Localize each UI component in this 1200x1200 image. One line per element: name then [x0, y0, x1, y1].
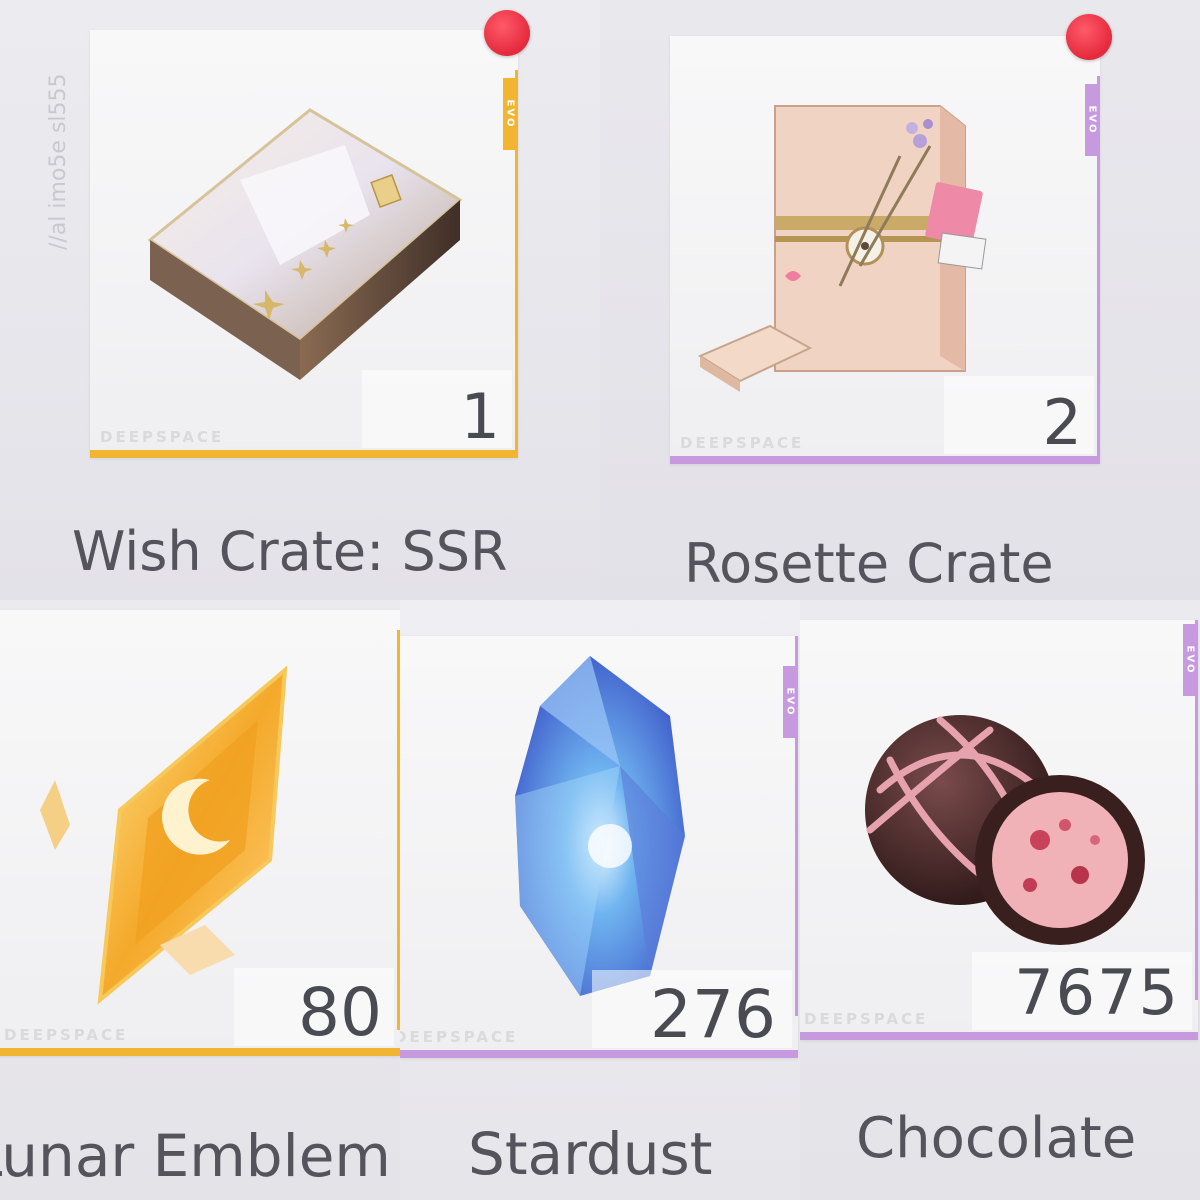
rosette-crate-card[interactable]: EVO DEEPSPACE 2: [670, 36, 1100, 464]
rarity-bar: [800, 1032, 1198, 1040]
item-quantity: 80: [298, 974, 382, 1051]
item-quantity: 2: [1042, 386, 1082, 459]
rosette-crate-icon: [697, 105, 987, 392]
item-name: Chocolate: [856, 1106, 1137, 1171]
wish-crate-icon: [147, 108, 463, 380]
item-name: Rosette Crate: [684, 532, 1054, 595]
new-item-dot: [484, 10, 530, 56]
evo-badge: EVO: [1183, 624, 1197, 696]
item-quantity: 7675: [1014, 956, 1180, 1029]
brand-watermark: DEEPSPACE: [680, 434, 805, 452]
new-item-dot: [1066, 14, 1112, 60]
rarity-bar: [670, 456, 1100, 464]
evo-badge: EVO: [503, 78, 517, 150]
lunar-emblem-panel: DEEPSPACE 80 Lunar Emblem: [0, 600, 400, 1200]
rarity-bar: [400, 1050, 798, 1058]
chocolate-panel: EVO DEEPSPACE 7675 Chocolate: [800, 600, 1200, 1200]
stardust-panel: EVO DEEPSPACE 276 Stardust: [400, 600, 800, 1200]
brand-watermark: DEEPSPACE: [100, 428, 225, 446]
stardust-icon: [515, 656, 685, 996]
rarity-bar: [0, 1048, 400, 1056]
chocolate-card[interactable]: EVO DEEPSPACE 7675: [800, 620, 1198, 1040]
item-name: Wish Crate: SSR: [72, 520, 508, 583]
chocolate-icon: [865, 715, 1145, 945]
lunar-emblem-card[interactable]: DEEPSPACE 80: [0, 610, 400, 1056]
brand-watermark: DEEPSPACE: [804, 1010, 929, 1028]
item-name: Stardust: [468, 1120, 713, 1188]
brand-watermark: DEEPSPACE: [400, 1028, 519, 1046]
brand-watermark: DEEPSPACE: [4, 1026, 129, 1044]
wish-crate-card[interactable]: EVO DEEPSPACE 1: [90, 30, 518, 458]
item-quantity: 276: [650, 976, 776, 1053]
watermark-text: //al imo5e sl555: [46, 73, 71, 250]
rosette-crate-panel: EVO DEEPSPACE 2 Rosette Crate: [600, 0, 1200, 600]
item-name: Lunar Emblem: [0, 1122, 391, 1190]
wish-crate-panel: //al imo5e sl555 EVO DEEPSPACE 1 Wish Cr…: [0, 0, 600, 600]
evo-badge: EVO: [1085, 84, 1099, 156]
evo-badge: EVO: [783, 666, 797, 738]
stardust-card[interactable]: EVO DEEPSPACE 276: [400, 636, 798, 1058]
rarity-bar: [90, 450, 518, 458]
item-quantity: 1: [460, 380, 500, 453]
